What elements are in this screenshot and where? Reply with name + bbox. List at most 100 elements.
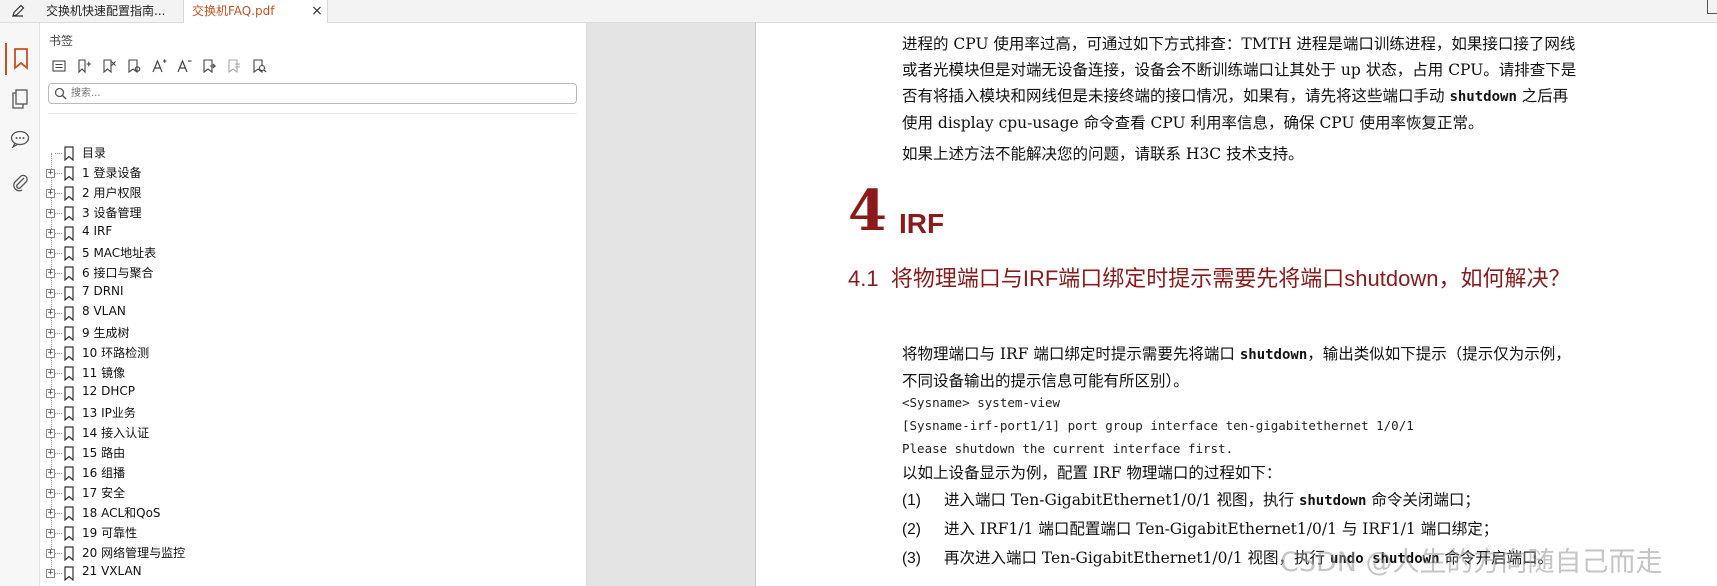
expand-toggle-icon[interactable]: + xyxy=(46,169,55,178)
pages-icon[interactable] xyxy=(5,83,35,115)
font-smaller-icon[interactable] xyxy=(171,56,196,76)
bookmark-node-icon xyxy=(62,226,76,242)
new-bookmark-icon[interactable] xyxy=(71,56,96,76)
bookmark-item[interactable]: +9 生成树 xyxy=(40,323,340,343)
bookmark-item[interactable]: +3 设备管理 xyxy=(40,203,340,223)
font-larger-icon[interactable] xyxy=(146,56,171,76)
expand-toggle-icon[interactable]: + xyxy=(46,489,55,498)
bookmark-item[interactable]: 目录 xyxy=(40,143,340,163)
tag-icon[interactable] xyxy=(221,56,246,76)
expand-toggle-icon[interactable]: + xyxy=(46,549,55,558)
tree-connector xyxy=(55,393,62,394)
wrap-icon[interactable] xyxy=(196,56,221,76)
bookmark-node-icon xyxy=(62,286,76,302)
expand-toggle-icon[interactable]: + xyxy=(46,449,55,458)
expand-toggle-icon[interactable]: + xyxy=(46,189,55,198)
bookmark-node-icon xyxy=(62,166,76,182)
expand-toggle-icon[interactable]: + xyxy=(46,469,55,478)
bookmark-item[interactable]: +10 环路检测 xyxy=(40,343,340,363)
bookmark-label: 13 IP业务 xyxy=(82,406,136,420)
tree-connector xyxy=(55,313,62,314)
tree-connector xyxy=(55,213,62,214)
window-restore-icon[interactable] xyxy=(1707,0,1717,14)
tab-quick-config-guide[interactable]: 交换机快速配置指南... xyxy=(38,0,184,23)
bookmark-item[interactable]: +14 接入认证 xyxy=(40,423,340,443)
bookmark-node-icon xyxy=(62,466,76,482)
bookmark-item[interactable]: +6 接口与聚合 xyxy=(40,263,340,283)
divider xyxy=(48,113,577,114)
expand-all-icon[interactable] xyxy=(46,56,71,76)
tree-connector xyxy=(55,453,62,454)
bookmark-label: 10 环路检测 xyxy=(82,346,150,360)
bookmark-item[interactable]: +2 用户权限 xyxy=(40,183,340,203)
intro-paragraph: 进程的 CPU 使用率过高，可通过如下方式排查：TMTH 进程是端口训练进程，如… xyxy=(902,31,1712,136)
tab-switch-faq-pdf[interactable]: 交换机FAQ.pdf xyxy=(184,0,328,23)
bookmark-label: 7 DRNI xyxy=(82,284,124,298)
expand-toggle-icon[interactable]: + xyxy=(46,209,55,218)
bookmark-item[interactable]: +20 网络管理与监控 xyxy=(40,543,340,563)
expand-toggle-icon[interactable]: + xyxy=(46,249,55,258)
bookmark-item[interactable]: +12 DHCP xyxy=(40,383,340,403)
tree-connector xyxy=(55,553,62,554)
tree-connector xyxy=(55,253,62,254)
bookmark-icon[interactable] xyxy=(5,43,35,75)
bookmark-label: 14 接入认证 xyxy=(82,426,150,440)
bookmark-label: 16 组播 xyxy=(82,466,126,480)
bookmark-properties-icon[interactable] xyxy=(121,56,146,76)
tree-connector xyxy=(55,473,62,474)
search-input[interactable] xyxy=(71,85,551,102)
bookmark-item[interactable]: +18 ACL和QoS xyxy=(40,503,340,523)
expand-toggle-icon[interactable]: + xyxy=(46,569,55,578)
expand-toggle-icon[interactable]: + xyxy=(46,229,55,238)
intro-line: 否有将插入模块和网线但是未接终端的接口情况，如果有，请先将这些端口手动 shut… xyxy=(902,87,1569,105)
bookmark-item[interactable]: +1 登录设备 xyxy=(40,163,340,183)
expand-toggle-icon[interactable]: + xyxy=(46,369,55,378)
bookmark-item[interactable]: +17 安全 xyxy=(40,483,340,503)
expand-toggle-icon[interactable]: + xyxy=(46,269,55,278)
tree-connector xyxy=(55,433,62,434)
close-tab-icon[interactable]: × xyxy=(309,0,325,23)
contact-paragraph: 如果上述方法不能解决您的问题，请联系 H3C 技术支持。 xyxy=(902,145,1304,163)
step-item: (2) 进入 IRF1/1 端口配置端口 Ten-GigabitEthernet1… xyxy=(902,520,1499,538)
find-bookmark-icon[interactable] xyxy=(246,56,271,76)
tab-strip: 交换机快速配置指南... 交换机FAQ.pdf × xyxy=(0,0,1717,23)
section-title: 将物理端口与IRF端口绑定时提示需要先将端口shutdown，如何解决？ xyxy=(890,266,1571,291)
bookmark-item[interactable]: +7 DRNI xyxy=(40,283,340,303)
expand-toggle-icon[interactable]: + xyxy=(46,409,55,418)
tree-connector xyxy=(55,573,62,574)
expand-toggle-icon[interactable]: + xyxy=(46,329,55,338)
expand-toggle-icon[interactable]: + xyxy=(46,289,55,298)
expand-toggle-icon[interactable]: + xyxy=(46,389,55,398)
bookmark-item[interactable]: +21 VXLAN xyxy=(40,563,340,583)
section-heading: 4.1 将物理端口与IRF端口绑定时提示需要先将端口shutdown，如何解决？ xyxy=(848,263,1668,294)
bookmark-panel: 书签 目录 xyxy=(40,23,586,586)
bookmark-toolbar xyxy=(46,56,271,76)
tree-connector xyxy=(55,193,62,194)
bookmark-item[interactable]: +19 可靠性 xyxy=(40,523,340,543)
comment-icon[interactable] xyxy=(5,123,35,155)
bookmark-node-icon xyxy=(62,566,76,582)
bookmark-item[interactable]: +15 路由 xyxy=(40,443,340,463)
watermark: CSDN @人生的方向随自己而走 xyxy=(1280,547,1663,578)
bookmark-label: 6 接口与聚合 xyxy=(82,266,154,280)
bookmark-search-field[interactable] xyxy=(48,83,577,104)
bookmark-item[interactable]: +5 MAC地址表 xyxy=(40,243,340,263)
expand-toggle-icon[interactable]: + xyxy=(46,309,55,318)
search-icon xyxy=(54,87,67,104)
bookmark-item[interactable]: +8 VLAN xyxy=(40,303,340,323)
chapter-number: 4 xyxy=(848,178,887,244)
expand-toggle-icon[interactable]: + xyxy=(46,349,55,358)
bookmark-item[interactable]: +16 组播 xyxy=(40,463,340,483)
bookmark-item[interactable]: +13 IP业务 xyxy=(40,403,340,423)
attachment-icon[interactable] xyxy=(5,166,35,198)
delete-bookmark-icon[interactable] xyxy=(96,56,121,76)
tree-connector xyxy=(55,493,62,494)
expand-toggle-icon[interactable]: + xyxy=(46,429,55,438)
expand-toggle-icon[interactable]: + xyxy=(46,529,55,538)
expand-toggle-icon[interactable]: + xyxy=(46,509,55,518)
bookmark-item[interactable]: +4 IRF xyxy=(40,223,340,243)
tree-connector xyxy=(55,413,62,414)
bookmark-node-icon xyxy=(62,306,76,322)
annotate-pen-icon[interactable] xyxy=(8,3,28,20)
bookmark-item[interactable]: +11 镜像 xyxy=(40,363,340,383)
